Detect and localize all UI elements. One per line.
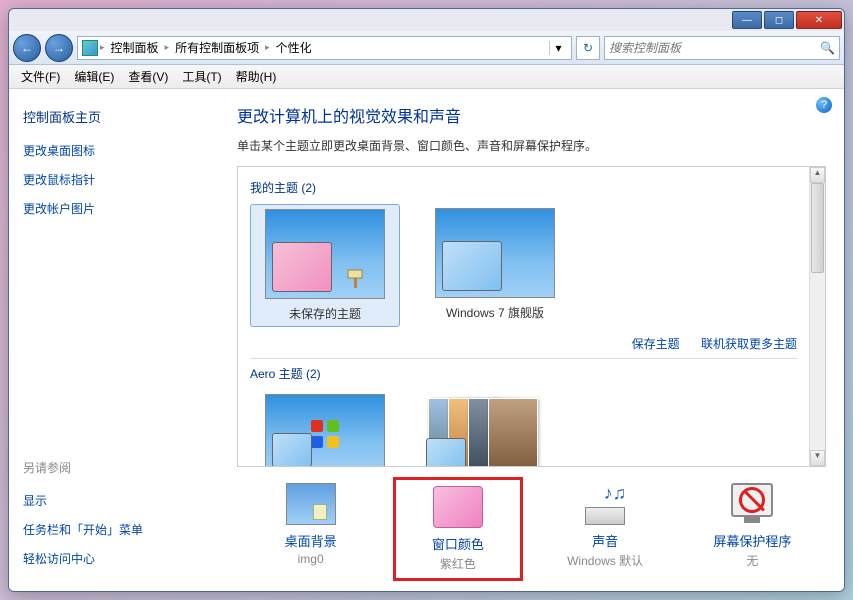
- sidebar-link-mouse-pointer[interactable]: 更改鼠标指针: [23, 171, 205, 188]
- titlebar: — ◻ ✕: [9, 9, 844, 31]
- breadcrumb-dropdown[interactable]: ▾: [549, 41, 567, 55]
- get-more-themes-link[interactable]: 联机获取更多主题: [701, 337, 797, 351]
- sign-icon: [346, 268, 366, 288]
- sound-icon: ♪♫: [580, 483, 630, 525]
- theme-item-unsaved[interactable]: 未保存的主题: [250, 204, 400, 327]
- windows-logo-icon: [311, 420, 339, 448]
- window-overlay-icon: [426, 438, 466, 466]
- breadcrumb-item[interactable]: 控制面板: [107, 39, 163, 56]
- sidebar-link-desktop-icons[interactable]: 更改桌面图标: [23, 142, 205, 159]
- option-sub: 无: [693, 552, 811, 569]
- back-button[interactable]: ←: [13, 34, 41, 62]
- body: 控制面板主页 更改桌面图标 更改鼠标指针 更改帐户图片 另请参阅 显示 任务栏和…: [9, 89, 844, 591]
- sidebar-title: 控制面板主页: [23, 107, 205, 126]
- menu-tools[interactable]: 工具(T): [176, 66, 227, 87]
- window-overlay-icon: [442, 241, 502, 291]
- theme-list: 我的主题 (2) 未保存的主题: [237, 166, 826, 467]
- breadcrumb-sep: ▸: [100, 42, 105, 53]
- minimize-button[interactable]: —: [732, 11, 762, 29]
- menu-edit[interactable]: 编辑(E): [68, 66, 120, 87]
- scrollbar[interactable]: ▲ ▼: [809, 167, 825, 466]
- window-color-icon: [433, 486, 483, 528]
- menu-help[interactable]: 帮助(H): [230, 66, 283, 87]
- theme-caption: 未保存的主题: [255, 305, 395, 322]
- option-sub: Windows 默认: [546, 552, 664, 569]
- search-input[interactable]: [609, 41, 820, 55]
- save-theme-link[interactable]: 保存主题: [632, 337, 680, 351]
- option-sound[interactable]: ♪♫ 声音 Windows 默认: [540, 477, 670, 581]
- theme-scroll-area: 我的主题 (2) 未保存的主题: [238, 167, 809, 466]
- sidebar-link-account-picture[interactable]: 更改帐户图片: [23, 200, 205, 217]
- my-themes-row: 未保存的主题 Windows 7 旗舰版: [250, 204, 797, 327]
- page-heading: 更改计算机上的视觉效果和声音: [237, 103, 826, 127]
- sidebar-link-ease-of-access[interactable]: 轻松访问中心: [23, 550, 205, 567]
- sidebar-seealso-title: 另请参阅: [23, 459, 205, 476]
- breadcrumb-sep: ▸: [165, 42, 170, 53]
- option-label: 声音: [546, 531, 664, 550]
- theme-thumb: [435, 208, 555, 298]
- aero-themes-row: [250, 390, 797, 466]
- bottom-options: 桌面背景 img0 窗口颜色 紫红色 ♪♫ 声音 Windows 默认: [237, 467, 826, 585]
- maximize-button[interactable]: ◻: [764, 11, 794, 29]
- scroll-thumb[interactable]: [811, 183, 824, 273]
- theme-thumb: [265, 209, 385, 299]
- close-button[interactable]: ✕: [796, 11, 842, 29]
- theme-links: 保存主题 联机获取更多主题: [250, 335, 797, 352]
- option-label: 窗口颜色: [402, 534, 514, 553]
- breadcrumb-sep: ▸: [265, 42, 270, 53]
- theme-item-aero2[interactable]: [420, 390, 570, 466]
- theme-item-aero1[interactable]: [250, 390, 400, 466]
- window-overlay-icon: [272, 242, 332, 292]
- sidebar: 控制面板主页 更改桌面图标 更改鼠标指针 更改帐户图片 另请参阅 显示 任务栏和…: [9, 89, 219, 591]
- forward-button[interactable]: →: [45, 34, 73, 62]
- option-desktop-background[interactable]: 桌面背景 img0: [246, 477, 376, 581]
- breadcrumb[interactable]: ▸ 控制面板 ▸ 所有控制面板项 ▸ 个性化 ▾: [77, 36, 572, 60]
- search-box[interactable]: 🔍: [604, 36, 840, 60]
- theme-thumb-collage: [424, 394, 544, 466]
- sidebar-link-display[interactable]: 显示: [23, 492, 205, 509]
- screensaver-icon: [727, 483, 777, 525]
- window: — ◻ ✕ ← → ▸ 控制面板 ▸ 所有控制面板项 ▸ 个性化 ▾ ↻ 🔍 文…: [8, 8, 845, 592]
- option-label: 屏幕保护程序: [693, 531, 811, 550]
- menu-view[interactable]: 查看(V): [122, 66, 174, 87]
- option-sub: img0: [252, 552, 370, 566]
- theme-thumb: [265, 394, 385, 466]
- theme-caption: Windows 7 旗舰版: [424, 304, 566, 321]
- breadcrumb-item[interactable]: 个性化: [272, 39, 316, 56]
- scroll-track[interactable]: [810, 183, 825, 450]
- control-panel-icon: [82, 40, 98, 56]
- page-subtext: 单击某个主题立即更改桌面背景、窗口颜色、声音和屏幕保护程序。: [237, 137, 826, 154]
- option-screensaver[interactable]: 屏幕保护程序 无: [687, 477, 817, 581]
- navbar: ← → ▸ 控制面板 ▸ 所有控制面板项 ▸ 个性化 ▾ ↻ 🔍: [9, 31, 844, 65]
- option-sub: 紫红色: [402, 555, 514, 572]
- scroll-up-button[interactable]: ▲: [810, 167, 825, 183]
- search-icon[interactable]: 🔍: [820, 41, 835, 55]
- option-window-color[interactable]: 窗口颜色 紫红色: [393, 477, 523, 581]
- aero-themes-label: Aero 主题 (2): [250, 365, 797, 382]
- breadcrumb-item[interactable]: 所有控制面板项: [171, 39, 263, 56]
- refresh-button[interactable]: ↻: [576, 36, 600, 60]
- desktop-background-icon: [286, 483, 336, 525]
- menu-file[interactable]: 文件(F): [15, 66, 66, 87]
- help-icon[interactable]: ?: [816, 97, 832, 113]
- sidebar-link-taskbar[interactable]: 任务栏和「开始」菜单: [23, 521, 205, 538]
- content: ? 更改计算机上的视觉效果和声音 单击某个主题立即更改桌面背景、窗口颜色、声音和…: [219, 89, 844, 591]
- option-label: 桌面背景: [252, 531, 370, 550]
- window-overlay-icon: [272, 433, 312, 466]
- menubar: 文件(F) 编辑(E) 查看(V) 工具(T) 帮助(H): [9, 65, 844, 89]
- my-themes-label: 我的主题 (2): [250, 179, 797, 196]
- scroll-down-button[interactable]: ▼: [810, 450, 825, 466]
- theme-item-win7[interactable]: Windows 7 旗舰版: [420, 204, 570, 325]
